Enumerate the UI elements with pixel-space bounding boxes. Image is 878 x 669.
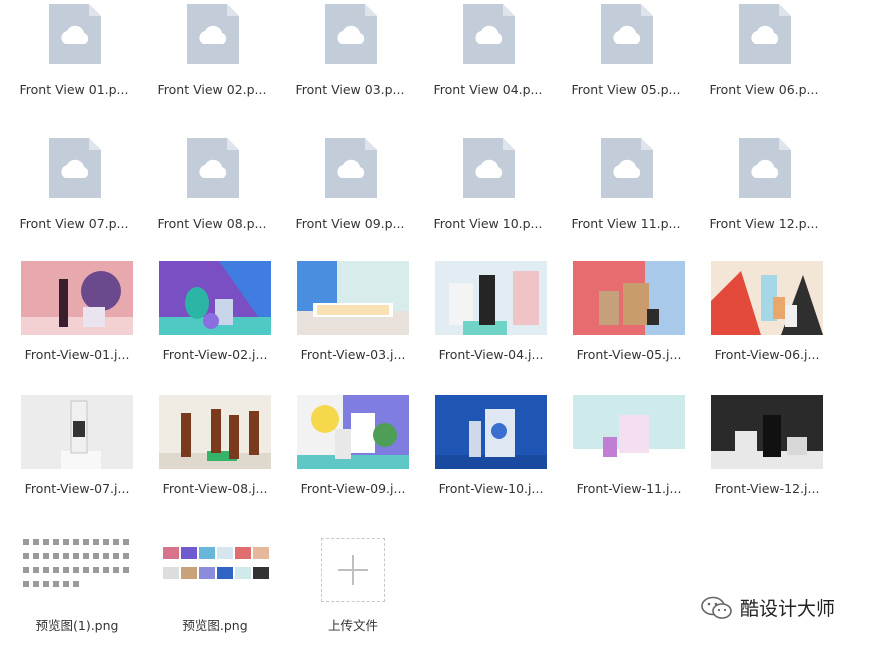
cloud-document-icon [325, 138, 377, 198]
image-tile[interactable]: Front-View-10.j... [422, 395, 560, 529]
image-thumbnail [159, 261, 271, 335]
wechat-icon [701, 596, 732, 619]
file-name: 预览图.png [182, 618, 248, 633]
preview-tile[interactable]: 预览图.png [146, 535, 284, 669]
preview-tile[interactable]: 预览图(1).png [8, 535, 146, 669]
image-thumbnail [159, 395, 271, 469]
image-tile[interactable]: Front-View-09.j... [284, 395, 422, 529]
file-name: Front-View-12.j... [714, 481, 820, 496]
cloud-document-icon [49, 138, 101, 198]
image-tile[interactable]: Front-View-12.j... [698, 395, 836, 529]
file-name: Front View 02.p... [157, 82, 267, 97]
plus-icon [352, 555, 354, 585]
file-tile[interactable]: Front View 11.p... [557, 136, 695, 270]
file-name: Front View 05.p... [571, 82, 681, 97]
file-name: Front-View-07.j... [24, 481, 130, 496]
image-thumbnail [573, 395, 685, 469]
file-name: Front-View-09.j... [300, 481, 406, 496]
file-tile[interactable]: Front View 09.p... [281, 136, 419, 270]
file-name: Front View 08.p... [157, 216, 267, 231]
file-name: Front-View-03.j... [300, 347, 406, 362]
image-thumbnail [297, 395, 409, 469]
image-tile[interactable]: Front-View-07.j... [8, 395, 146, 529]
cloud-document-icon [739, 138, 791, 198]
file-name: Front View 07.p... [19, 216, 129, 231]
cloud-document-icon [739, 4, 791, 64]
file-name: Front View 09.p... [295, 216, 405, 231]
image-thumbnail [573, 261, 685, 335]
file-name: Front-View-08.j... [162, 481, 268, 496]
file-tile[interactable]: Front View 01.p... [5, 2, 143, 136]
file-tile[interactable]: Front View 04.p... [419, 2, 557, 136]
file-name: Front View 06.p... [709, 82, 819, 97]
cloud-document-icon [49, 4, 101, 64]
file-tile[interactable]: Front View 03.p... [281, 2, 419, 136]
file-tile[interactable]: Front View 07.p... [5, 136, 143, 270]
file-tile[interactable]: Front View 08.p... [143, 136, 281, 270]
image-tile[interactable]: Front-View-03.j... [284, 261, 422, 395]
file-name: Front View 11.p... [571, 216, 681, 231]
cloud-document-icon [187, 4, 239, 64]
image-tile[interactable]: Front-View-06.j... [698, 261, 836, 395]
upload-label: 上传文件 [327, 618, 378, 633]
cloud-document-icon [187, 138, 239, 198]
file-name: Front View 10.p... [433, 216, 543, 231]
file-name: Front-View-01.j... [24, 347, 130, 362]
image-thumbnail [711, 261, 823, 335]
image-tile[interactable]: Front-View-02.j... [146, 261, 284, 395]
image-tile[interactable]: Front-View-11.j... [560, 395, 698, 529]
image-thumbnail [21, 395, 133, 469]
file-name: Front-View-06.j... [714, 347, 820, 362]
image-tile[interactable]: Front-View-01.j... [8, 261, 146, 395]
upload-tile[interactable]: 上传文件 [284, 535, 422, 669]
file-tile[interactable]: Front View 12.p... [695, 136, 833, 270]
preview-image-grid [159, 535, 271, 593]
cloud-document-icon [463, 138, 515, 198]
image-thumbnail [297, 261, 409, 335]
image-thumbnail [21, 261, 133, 335]
cloud-document-icon [325, 4, 377, 64]
file-name: Front-View-10.j... [438, 481, 544, 496]
watermark-text: 酷设计大师 [740, 598, 836, 620]
file-name: Front View 12.p... [709, 216, 819, 231]
file-name: Front-View-11.j... [576, 481, 682, 496]
cloud-document-icon [601, 138, 653, 198]
upload-button[interactable] [321, 538, 385, 602]
file-tile[interactable]: Front View 06.p... [695, 2, 833, 136]
file-tile[interactable]: Front View 05.p... [557, 2, 695, 136]
image-tile[interactable]: Front-View-08.j... [146, 395, 284, 529]
file-name: Front-View-05.j... [576, 347, 682, 362]
file-name: Front-View-02.j... [162, 347, 268, 362]
file-tile[interactable]: Front View 10.p... [419, 136, 557, 270]
file-name: Front View 04.p... [433, 82, 543, 97]
image-thumbnail [711, 395, 823, 469]
image-tile[interactable]: Front-View-05.j... [560, 261, 698, 395]
preview-image-grid [21, 535, 133, 593]
cloud-document-icon [463, 4, 515, 64]
file-name: Front View 03.p... [295, 82, 405, 97]
file-name: Front-View-04.j... [438, 347, 544, 362]
file-name: Front View 01.p... [19, 82, 129, 97]
image-tile[interactable]: Front-View-04.j... [422, 261, 560, 395]
watermark: 酷设计大师 [700, 594, 835, 621]
image-thumbnail [435, 395, 547, 469]
file-tile[interactable]: Front View 02.p... [143, 2, 281, 136]
file-name: 预览图(1).png [35, 618, 119, 633]
cloud-document-icon [601, 4, 653, 64]
image-thumbnail [435, 261, 547, 335]
